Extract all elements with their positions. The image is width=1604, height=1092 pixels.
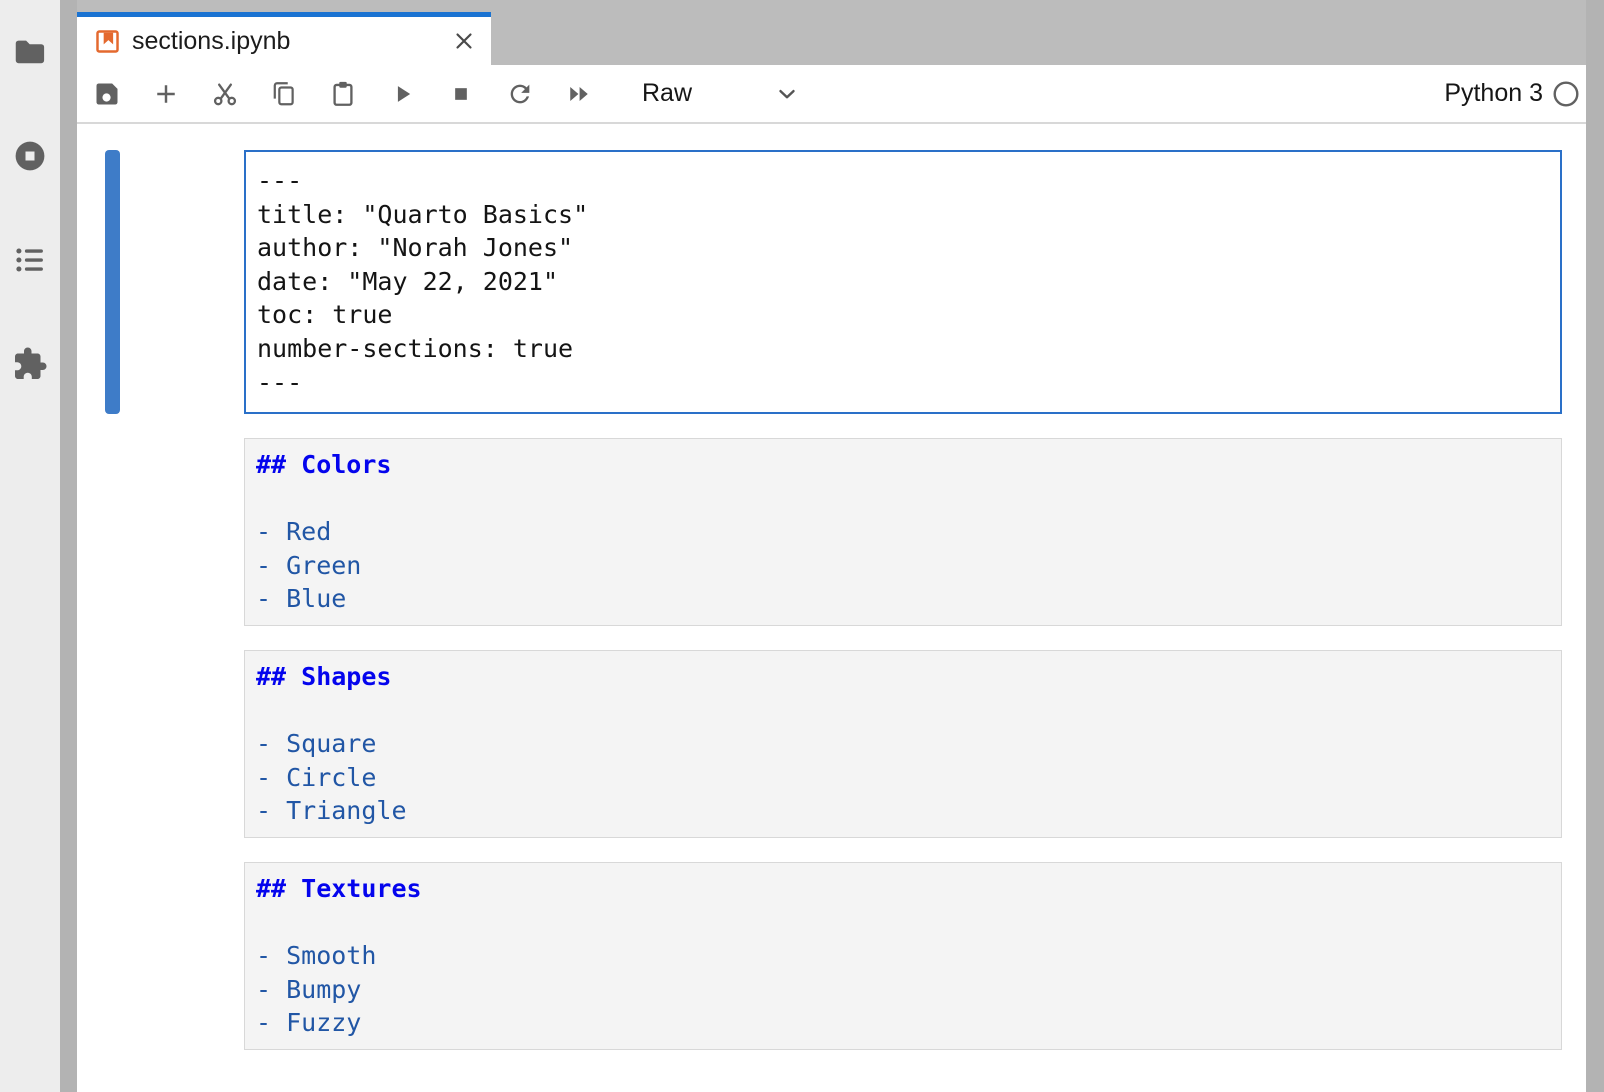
- markdown-cell-textures[interactable]: ## Textures - Smooth - Bumpy - Fuzzy: [244, 862, 1562, 1050]
- folder-icon: [12, 34, 48, 70]
- jupyterlab-window: sections.ipynb: [0, 0, 1604, 1092]
- copy-icon: [270, 80, 298, 108]
- save-icon: [93, 80, 121, 108]
- insert-cell-button[interactable]: [151, 79, 181, 109]
- restart-kernel-button[interactable]: [505, 79, 535, 109]
- save-button[interactable]: [92, 79, 122, 109]
- markdown-list-item: - Circle: [256, 761, 1550, 795]
- restart-run-all-button[interactable]: [564, 79, 594, 109]
- kernel-idle-circle-icon[interactable]: [1552, 80, 1580, 108]
- clipboard-icon: [329, 80, 357, 108]
- tab-sections-ipynb[interactable]: sections.ipynb: [77, 12, 491, 65]
- extension-manager-tab[interactable]: [12, 346, 48, 382]
- raw-cell-frontmatter[interactable]: --- title: "Quarto Basics" author: "Nora…: [244, 150, 1562, 414]
- right-edge-strip: [1586, 0, 1604, 1092]
- puzzle-icon: [12, 346, 48, 382]
- blank-line: [256, 694, 1550, 728]
- markdown-list-item: - Blue: [256, 582, 1550, 616]
- markdown-list-item: - Red: [256, 515, 1550, 549]
- scissors-icon: [211, 80, 239, 108]
- tab-bar: sections.ipynb: [77, 0, 1586, 65]
- markdown-list-item: - Bumpy: [256, 973, 1550, 1007]
- markdown-heading: ## Shapes: [256, 660, 1550, 694]
- markdown-list-item: - Green: [256, 549, 1550, 583]
- chevron-down-icon: [774, 81, 800, 107]
- code-line: title: "Quarto Basics": [257, 198, 1549, 232]
- active-cell-collapser[interactable]: [105, 150, 120, 414]
- markdown-heading: ## Textures: [256, 872, 1550, 906]
- blank-line: [256, 482, 1550, 516]
- notebook-toolbar: Raw Python 3: [77, 65, 1586, 124]
- copy-cell-button[interactable]: [269, 79, 299, 109]
- kernel-area: Python 3: [1444, 79, 1586, 108]
- markdown-list-item: - Square: [256, 727, 1550, 761]
- markdown-list-item: - Fuzzy: [256, 1006, 1550, 1040]
- notebook-panel: --- title: "Quarto Basics" author: "Nora…: [77, 124, 1586, 1092]
- table-of-contents-tab[interactable]: [12, 242, 48, 278]
- main-dock-panel: sections.ipynb: [77, 0, 1586, 1092]
- stop-icon: [447, 80, 475, 108]
- code-line: author: "Norah Jones": [257, 231, 1549, 265]
- interrupt-kernel-button[interactable]: [446, 79, 476, 109]
- code-line: toc: true: [257, 298, 1549, 332]
- paste-cell-button[interactable]: [328, 79, 358, 109]
- cell-type-dropdown[interactable]: Raw: [642, 79, 800, 108]
- markdown-heading: ## Colors: [256, 448, 1550, 482]
- cell-type-value: Raw: [642, 79, 692, 108]
- markdown-list-item: - Smooth: [256, 939, 1550, 973]
- code-line: ---: [257, 164, 1549, 198]
- code-line: date: "May 22, 2021": [257, 265, 1549, 299]
- cut-cell-button[interactable]: [210, 79, 240, 109]
- code-line: number-sections: true: [257, 332, 1549, 366]
- markdown-list-item: - Triangle: [256, 794, 1550, 828]
- markdown-cell-colors[interactable]: ## Colors - Red - Green - Blue: [244, 438, 1562, 626]
- file-browser-tab[interactable]: [12, 34, 48, 70]
- markdown-cell-shapes[interactable]: ## Shapes - Square - Circle - Triangle: [244, 650, 1562, 838]
- refresh-icon: [506, 80, 534, 108]
- stop-circle-icon: [12, 138, 48, 174]
- sidebar-splitter[interactable]: [60, 0, 77, 1092]
- run-cell-button[interactable]: [387, 79, 417, 109]
- close-icon[interactable]: [451, 28, 477, 54]
- running-sessions-tab[interactable]: [12, 138, 48, 174]
- activity-sidebar: [0, 0, 60, 1092]
- list-icon: [12, 242, 48, 278]
- blank-line: [256, 906, 1550, 940]
- play-icon: [388, 80, 416, 108]
- kernel-name: Python 3: [1444, 79, 1543, 108]
- code-line: ---: [257, 366, 1549, 400]
- tab-title: sections.ipynb: [132, 27, 451, 56]
- plus-icon: [152, 80, 180, 108]
- fast-forward-icon: [565, 80, 593, 108]
- notebook-icon: [94, 28, 121, 55]
